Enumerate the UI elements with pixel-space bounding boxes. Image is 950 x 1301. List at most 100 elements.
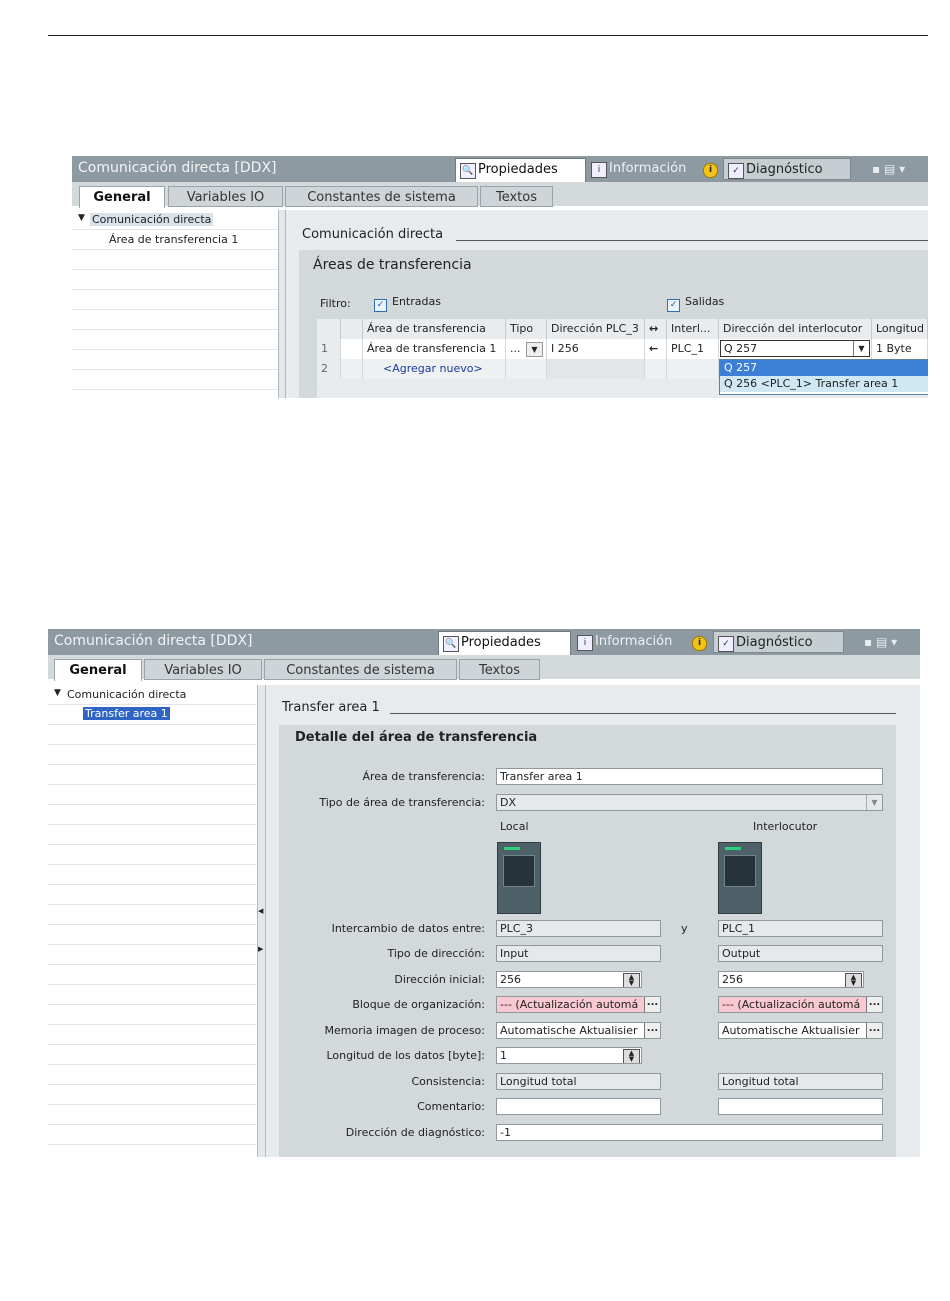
row-icon-cell (341, 359, 363, 379)
pane-splitter[interactable]: ◀ ▶ (257, 685, 266, 1157)
add-new-link[interactable]: <Agregar nuevo> (363, 359, 506, 379)
info-icon: i (591, 162, 607, 178)
tab-textos[interactable]: Textos (480, 186, 553, 207)
spinner-icon[interactable]: ▲ ▼ (623, 1049, 640, 1063)
tab-informacion[interactable]: i Información i (573, 631, 710, 653)
col-header-direction[interactable]: ↔ (645, 319, 667, 339)
window-controls-icon[interactable]: ▪ ▤ ▾ (872, 162, 905, 176)
col-header-dir-interl[interactable]: Dirección del interlocutor (719, 319, 872, 339)
tab-diagnostico[interactable]: ✓ Diagnóstico (713, 631, 844, 653)
tree-item-area-1[interactable]: Área de transferencia 1 (72, 230, 278, 250)
col-header-tipo[interactable]: Tipo (506, 319, 547, 339)
tipo-area-select[interactable]: DX ▼ (496, 794, 883, 811)
filter-outputs-checkbox[interactable]: ✓ Salidas (667, 295, 724, 312)
tab-textos[interactable]: Textos (459, 659, 540, 680)
section-title: Transfer area 1 (282, 700, 380, 715)
collapse-left-icon[interactable]: ◀ (258, 907, 263, 915)
local-ob-field[interactable]: --- (Actualización automá... (496, 996, 661, 1013)
tree-empty-row (48, 725, 256, 745)
tree-empty-row (48, 845, 256, 865)
tab-informacion[interactable]: i Información i (587, 158, 720, 180)
dropdown-list: Q 257 Q 256 <PLC_1> Transfer area 1 (719, 359, 928, 395)
nav-tree: ▼ Comunicación directa Área de transfere… (72, 210, 278, 398)
tree-empty-row (48, 925, 256, 945)
diagnostic-address-field[interactable]: -1 (496, 1124, 883, 1141)
section-title: Comunicación directa (302, 227, 444, 242)
table-row[interactable]: 1 Área de transferencia 1 ... ▼ I 256 ← … (317, 339, 928, 359)
tab-constantes[interactable]: Constantes de sistema (264, 659, 457, 680)
tree-empty-row (48, 865, 256, 885)
tree-item-transfer-area[interactable]: Transfer area 1 (48, 705, 256, 725)
tab-diagnostico[interactable]: ✓ Diagnóstico (723, 158, 851, 180)
transfer-areas-group: Áreas de transferencia Filtro: ✓ Entradas… (299, 250, 928, 398)
properties-icon: 🔍 (460, 163, 476, 179)
remote-comment-field[interactable] (718, 1098, 883, 1115)
tree-empty-row (72, 270, 278, 290)
direction-arrow-icon: ← (645, 339, 667, 359)
tab-constantes[interactable]: Constantes de sistema (285, 186, 478, 207)
tree-empty-row (48, 825, 256, 845)
area-name-field[interactable]: Transfer area 1 (496, 768, 883, 785)
group-title: Detalle del área de transferencia (295, 730, 538, 745)
panel-overview: Comunicación directa [DDX] 🔍 Propiedades … (72, 156, 928, 398)
expand-right-icon[interactable]: ▶ (258, 945, 263, 953)
dropdown-arrow-icon[interactable]: ▼ (526, 342, 543, 357)
tree-item-root[interactable]: ▼ Comunicación directa (48, 685, 256, 705)
local-start-address-field[interactable]: 256 ▲ ▼ (496, 971, 642, 988)
dropdown-arrow-icon[interactable]: ▼ (866, 795, 882, 810)
col-interlocutor-heading: Interlocutor (753, 820, 818, 833)
remote-pip-field[interactable]: Automatische Aktualisier... (718, 1022, 883, 1039)
expand-arrow-icon[interactable]: ▼ (78, 213, 85, 223)
checkmark-icon: ✓ (374, 299, 387, 312)
col-header-area[interactable]: Área de transferencia (363, 319, 506, 339)
remote-ob-field[interactable]: --- (Actualización automá... (718, 996, 883, 1013)
spinner-icon[interactable]: ▲ ▼ (845, 973, 862, 987)
col-header-dir-local[interactable]: Dirección PLC_3 (547, 319, 645, 339)
tab-variables-io[interactable]: Variables IO (144, 659, 262, 680)
tree-empty-row (48, 985, 256, 1005)
tree-empty-row (72, 310, 278, 330)
col-header-interl[interactable]: Interl... (667, 319, 719, 339)
section-rule (390, 713, 896, 714)
local-comment-field[interactable] (496, 1098, 661, 1115)
browse-button[interactable]: ... (644, 997, 660, 1012)
tree-empty-row (48, 1045, 256, 1065)
tree-empty-row (48, 885, 256, 905)
conjunction-y: y (681, 922, 688, 935)
tab-propiedades[interactable]: 🔍 Propiedades (455, 158, 586, 182)
tab-variables-io[interactable]: Variables IO (168, 186, 283, 207)
tab-general[interactable]: General (79, 186, 165, 208)
col-header-longitud[interactable]: Longitud (872, 319, 928, 339)
dropdown-option[interactable]: Q 256 <PLC_1> Transfer area 1 (720, 376, 928, 392)
expand-arrow-icon[interactable]: ▼ (54, 688, 61, 698)
tree-item-root[interactable]: ▼ Comunicación directa (72, 210, 278, 230)
tree-empty-row (48, 1105, 256, 1125)
info-badge-icon: i (703, 163, 718, 178)
dropdown-arrow-icon[interactable]: ▼ (853, 341, 869, 356)
remote-start-address-field[interactable]: 256 ▲ ▼ (718, 971, 864, 988)
filter-inputs-checkbox[interactable]: ✓ Entradas (374, 295, 441, 312)
filter-label: Filtro: (320, 297, 351, 310)
browse-button[interactable]: ... (644, 1023, 660, 1038)
spinner-icon[interactable]: ▲ ▼ (623, 973, 640, 987)
dir-interl-combo[interactable]: Q 257 ▼ (719, 339, 872, 359)
browse-button[interactable]: ... (866, 997, 882, 1012)
transfer-detail-group: Detalle del área de transferencia Área d… (279, 725, 896, 1157)
dropdown-option[interactable]: Q 257 (720, 360, 928, 376)
tree-empty-row (48, 1025, 256, 1045)
tree-empty-row (48, 805, 256, 825)
browse-button[interactable]: ... (866, 1023, 882, 1038)
tree-empty-row (48, 1005, 256, 1025)
tree-empty-row (72, 250, 278, 270)
local-pip-field[interactable]: Automatische Aktualisier... (496, 1022, 661, 1039)
tipo-cell[interactable]: ... ▼ (506, 339, 547, 359)
data-length-field[interactable]: 1 ▲ ▼ (496, 1047, 642, 1064)
tab-propiedades[interactable]: 🔍 Propiedades (438, 631, 571, 655)
label-intercambio: Intercambio de datos entre: (331, 922, 485, 935)
pane-splitter[interactable] (278, 210, 286, 398)
tab-general[interactable]: General (54, 659, 142, 681)
label-memoria: Memoria imagen de proceso: (324, 1024, 485, 1037)
panel-detail: Comunicación directa [DDX] 🔍 Propiedades … (48, 629, 920, 1157)
window-controls-icon[interactable]: ▪ ▤ ▾ (864, 635, 897, 649)
empty-cell (547, 359, 645, 379)
